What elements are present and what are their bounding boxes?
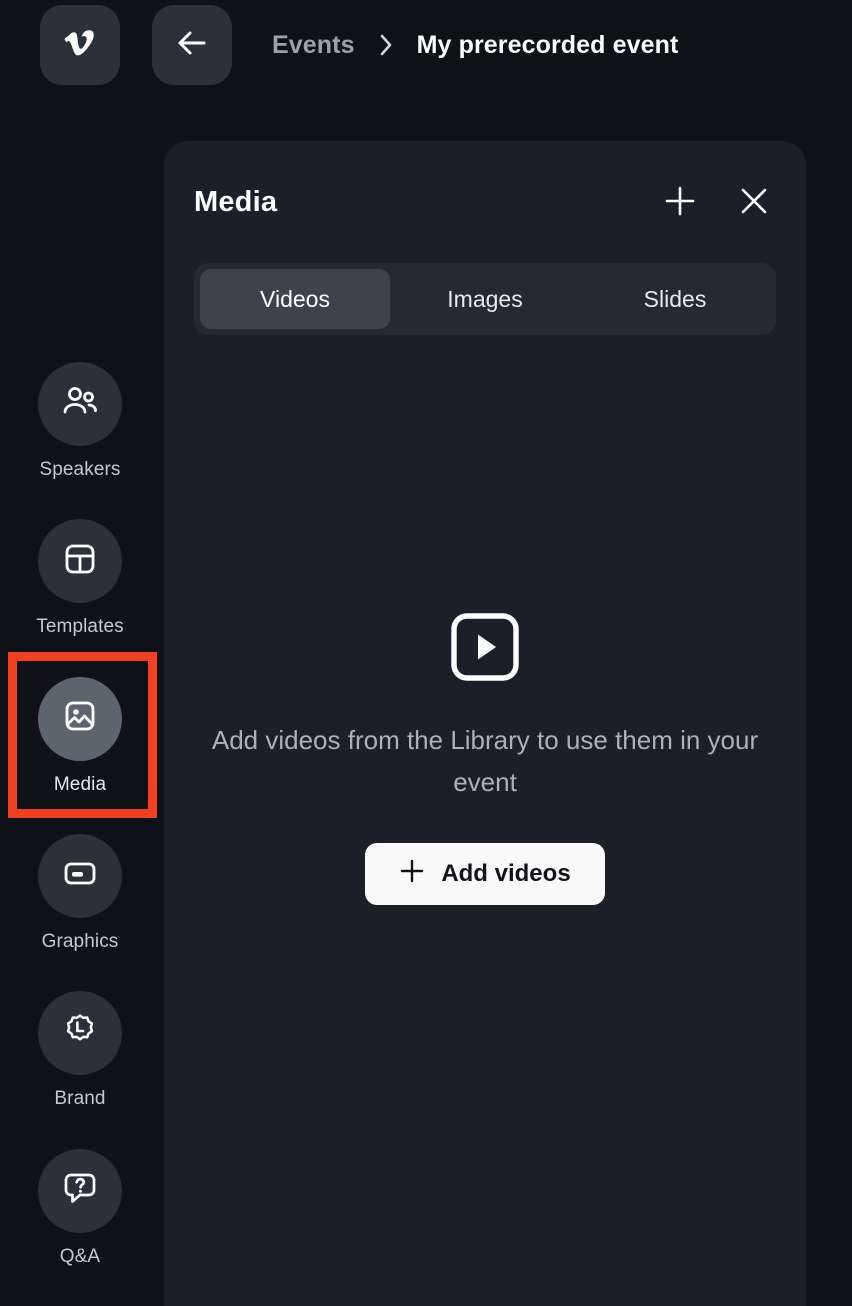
sidebar-item-brand[interactable]: Brand xyxy=(0,991,160,1148)
left-sidebar: Speakers Templates Media Graphics Brand … xyxy=(0,90,160,1306)
chevron-right-icon xyxy=(377,32,395,58)
plus-icon xyxy=(663,184,697,221)
tab-slides[interactable]: Slides xyxy=(580,269,770,329)
sidebar-icon-wrap-qa xyxy=(38,1148,122,1233)
sidebar-icon-wrap-graphics xyxy=(38,833,122,918)
sidebar-label-media: Media xyxy=(53,773,107,795)
add-videos-button-label: Add videos xyxy=(441,860,571,887)
app-root: Events My prerecorded event Speakers Tem… xyxy=(0,0,852,1306)
top-bar: Events My prerecorded event xyxy=(0,0,852,90)
vimeo-logo-icon xyxy=(58,21,102,70)
media-panel-actions xyxy=(658,180,776,224)
breadcrumb: Events My prerecorded event xyxy=(272,31,678,60)
media-image-icon xyxy=(60,696,100,741)
vimeo-logo-button[interactable] xyxy=(40,5,120,85)
sidebar-label-templates: Templates xyxy=(36,616,124,638)
brand-badge-icon xyxy=(59,1010,101,1057)
media-panel-header: Media xyxy=(164,141,806,263)
qa-bubble-icon xyxy=(59,1167,101,1214)
sidebar-item-speakers[interactable]: Speakers xyxy=(0,362,160,519)
empty-state-message: Add videos from the Library to use them … xyxy=(211,725,759,797)
sidebar-icon-wrap-brand xyxy=(38,991,122,1076)
sidebar-icon-wrap-media xyxy=(38,676,122,761)
page-title: Media xyxy=(194,185,278,218)
sidebar-item-graphics[interactable]: Graphics xyxy=(0,833,160,991)
tab-videos[interactable]: Videos xyxy=(200,269,390,329)
empty-state: Add videos from the Library to use them … xyxy=(164,611,806,905)
arrow-left-icon xyxy=(172,23,212,68)
sidebar-label-graphics: Graphics xyxy=(41,930,119,952)
sidebar-label-qa: Q&A xyxy=(59,1245,101,1267)
back-button[interactable] xyxy=(152,5,232,85)
templates-icon xyxy=(60,539,100,584)
sidebar-icon-wrap-speakers xyxy=(38,362,122,446)
plus-icon xyxy=(399,858,425,891)
sidebar-icon-wrap-templates xyxy=(38,519,122,604)
add-videos-button[interactable]: Add videos xyxy=(365,843,605,905)
media-panel: Media Videos Images Slides Add videos fr… xyxy=(164,141,806,1306)
video-play-icon xyxy=(449,611,521,688)
sidebar-label-brand: Brand xyxy=(54,1088,106,1110)
sidebar-item-qa[interactable]: Q&A xyxy=(0,1148,160,1306)
breadcrumb-current-title: My prerecorded event xyxy=(416,30,679,59)
sidebar-label-speakers: Speakers xyxy=(39,459,121,480)
close-icon xyxy=(738,185,770,220)
add-media-button[interactable] xyxy=(658,180,702,224)
sidebar-item-templates[interactable]: Templates xyxy=(0,519,160,676)
graphics-icon xyxy=(60,853,100,898)
tab-images[interactable]: Images xyxy=(390,269,580,329)
speakers-icon xyxy=(59,381,101,428)
media-type-tabs: Videos Images Slides xyxy=(194,263,776,335)
sidebar-item-media[interactable]: Media xyxy=(0,676,160,834)
close-panel-button[interactable] xyxy=(732,180,776,224)
breadcrumb-events-link[interactable]: Events xyxy=(272,31,355,60)
